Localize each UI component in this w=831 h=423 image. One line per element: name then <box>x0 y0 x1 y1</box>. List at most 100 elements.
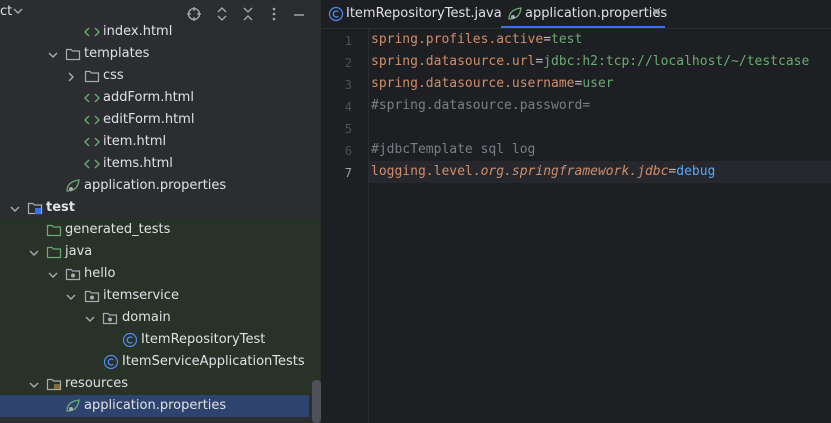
folder-icon <box>84 68 100 84</box>
property-key: logging.level. <box>371 164 481 179</box>
html-file-icon <box>84 134 100 150</box>
html-file-icon <box>84 156 100 172</box>
chevron-down-icon[interactable] <box>85 313 95 328</box>
line-number: 3 <box>344 78 352 92</box>
code-line-4[interactable]: #spring.datasource.password= <box>371 98 590 113</box>
code-line-3[interactable]: spring.datasource.username=user <box>371 76 614 91</box>
tree-item-label: index.html <box>103 24 173 39</box>
project-scrollbar[interactable] <box>312 380 321 423</box>
tree-item-application-properties-main[interactable]: application.properties <box>0 175 321 197</box>
package-icon <box>65 266 81 282</box>
tab-label: application.properties <box>525 6 668 21</box>
line-number: 4 <box>344 100 352 114</box>
gutter-separator <box>368 29 369 423</box>
tab-bar: ItemRepositoryTest.java application.prop… <box>322 0 831 29</box>
folder-icon <box>65 46 81 62</box>
tree-item-java[interactable]: java <box>0 241 321 263</box>
comment: #spring.datasource.password= <box>371 98 591 113</box>
equals-sign: = <box>543 32 552 47</box>
tree-item-addform-html[interactable]: addForm.html <box>0 87 321 109</box>
property-key: spring.datasource.url <box>371 54 536 69</box>
chevron-right-icon[interactable] <box>66 71 76 86</box>
tree-item-item-html[interactable]: item.html <box>0 131 321 153</box>
tab-label: ItemRepositoryTest.java <box>346 6 502 21</box>
tree-item-label: templates <box>84 46 150 61</box>
editor: ItemRepositoryTest.java application.prop… <box>322 0 831 423</box>
tab-application-properties[interactable]: application.properties × <box>501 0 668 28</box>
tree-item-label: ItemRepositoryTest <box>141 332 266 347</box>
code-line-7[interactable]: logging.level.org.springframework.jdbc=d… <box>371 164 715 179</box>
tree-item-label: domain <box>122 310 171 325</box>
tree-item-label: generated_tests <box>65 222 171 237</box>
property-value: jdbc:h2:tcp://localhost/~/testcase <box>543 54 810 69</box>
tree-item-resources[interactable]: resources <box>0 373 321 395</box>
tree-item-label: java <box>65 244 93 259</box>
tree-item-label: ItemServiceApplicationTests <box>122 354 305 369</box>
html-file-icon <box>84 90 100 106</box>
close-icon[interactable]: × <box>651 5 662 20</box>
tree-item-items-html[interactable]: items.html <box>0 153 321 175</box>
tree-item-label: application.properties <box>84 398 227 413</box>
property-key: spring.datasource.username <box>371 76 575 91</box>
line-number: 5 <box>344 122 352 136</box>
property-key: spring.profiles.active <box>371 32 544 47</box>
line-number: 7 <box>344 166 352 180</box>
chevron-down-icon[interactable] <box>66 291 76 306</box>
html-file-icon <box>84 112 100 128</box>
class-icon <box>328 6 344 26</box>
package-icon <box>102 310 118 326</box>
tree-item-editform-html[interactable]: editForm.html <box>0 109 321 131</box>
tree-item-label: editForm.html <box>103 112 195 127</box>
code-line-6[interactable]: #jdbcTemplate sql log <box>371 142 535 157</box>
tree-item-templates[interactable]: templates <box>0 43 321 65</box>
tree-item-test[interactable]: test <box>0 197 321 219</box>
line-number: 2 <box>344 56 352 70</box>
chevron-down-icon[interactable] <box>29 379 39 394</box>
project-title[interactable]: ct <box>0 4 12 19</box>
property-value: user <box>582 76 614 91</box>
property-value: debug <box>676 164 716 179</box>
tree-item-index-html[interactable]: index.html <box>0 21 321 43</box>
tree-item-label: items.html <box>103 156 173 171</box>
class-icon <box>122 332 138 348</box>
class-icon <box>103 354 119 370</box>
line-number: 6 <box>344 144 352 158</box>
test-source-folder-icon <box>46 244 62 260</box>
tree-item-application-properties-test[interactable]: application.properties <box>0 395 309 417</box>
tab-itemrepositorytest[interactable]: ItemRepositoryTest.java <box>322 0 502 28</box>
project-panel: ct index.html templates css addForm.html… <box>0 0 321 423</box>
code-line-2[interactable]: spring.datasource.url=jdbc:h2:tcp://loca… <box>371 54 809 69</box>
tree-item-label: itemservice <box>103 288 179 303</box>
html-file-icon <box>84 24 100 40</box>
chevron-down-icon[interactable] <box>48 269 58 284</box>
spring-properties-icon <box>507 6 523 26</box>
tree-item-label: application.properties <box>84 178 227 193</box>
tree-item-domain[interactable]: domain <box>0 307 321 329</box>
property-key-logger: org.springframework.jdbc <box>480 164 669 179</box>
code-line-1[interactable]: spring.profiles.active=test <box>371 32 582 47</box>
tree-item-label: test <box>46 200 75 215</box>
tree-item-label: addForm.html <box>103 90 194 105</box>
spring-properties-icon <box>65 398 81 414</box>
tree-item-css[interactable]: css <box>0 65 321 87</box>
tree-item-label: hello <box>84 266 116 281</box>
property-value: test <box>551 32 583 47</box>
tree-item-hello[interactable]: hello <box>0 263 321 285</box>
tree-item-itemserviceapplicationtests[interactable]: ItemServiceApplicationTests <box>0 351 321 373</box>
test-resources-folder-icon <box>46 376 62 392</box>
chevron-down-icon[interactable] <box>48 49 58 64</box>
tree-item-itemrepositorytest[interactable]: ItemRepositoryTest <box>0 329 321 351</box>
tree-item-label: resources <box>65 376 129 391</box>
chevron-down-icon[interactable] <box>13 5 23 20</box>
spring-properties-icon <box>65 178 81 194</box>
line-number: 1 <box>344 34 352 48</box>
folder-icon <box>46 222 62 238</box>
chevron-down-icon[interactable] <box>10 203 20 218</box>
tree-item-label: css <box>103 68 124 83</box>
comment: #jdbcTemplate sql log <box>371 142 536 157</box>
tree-item-itemservice[interactable]: itemservice <box>0 285 321 307</box>
tree-item-label: item.html <box>103 134 167 149</box>
chevron-down-icon[interactable] <box>29 247 39 262</box>
package-icon <box>84 288 100 304</box>
tree-item-generated-tests[interactable]: generated_tests <box>0 219 321 241</box>
